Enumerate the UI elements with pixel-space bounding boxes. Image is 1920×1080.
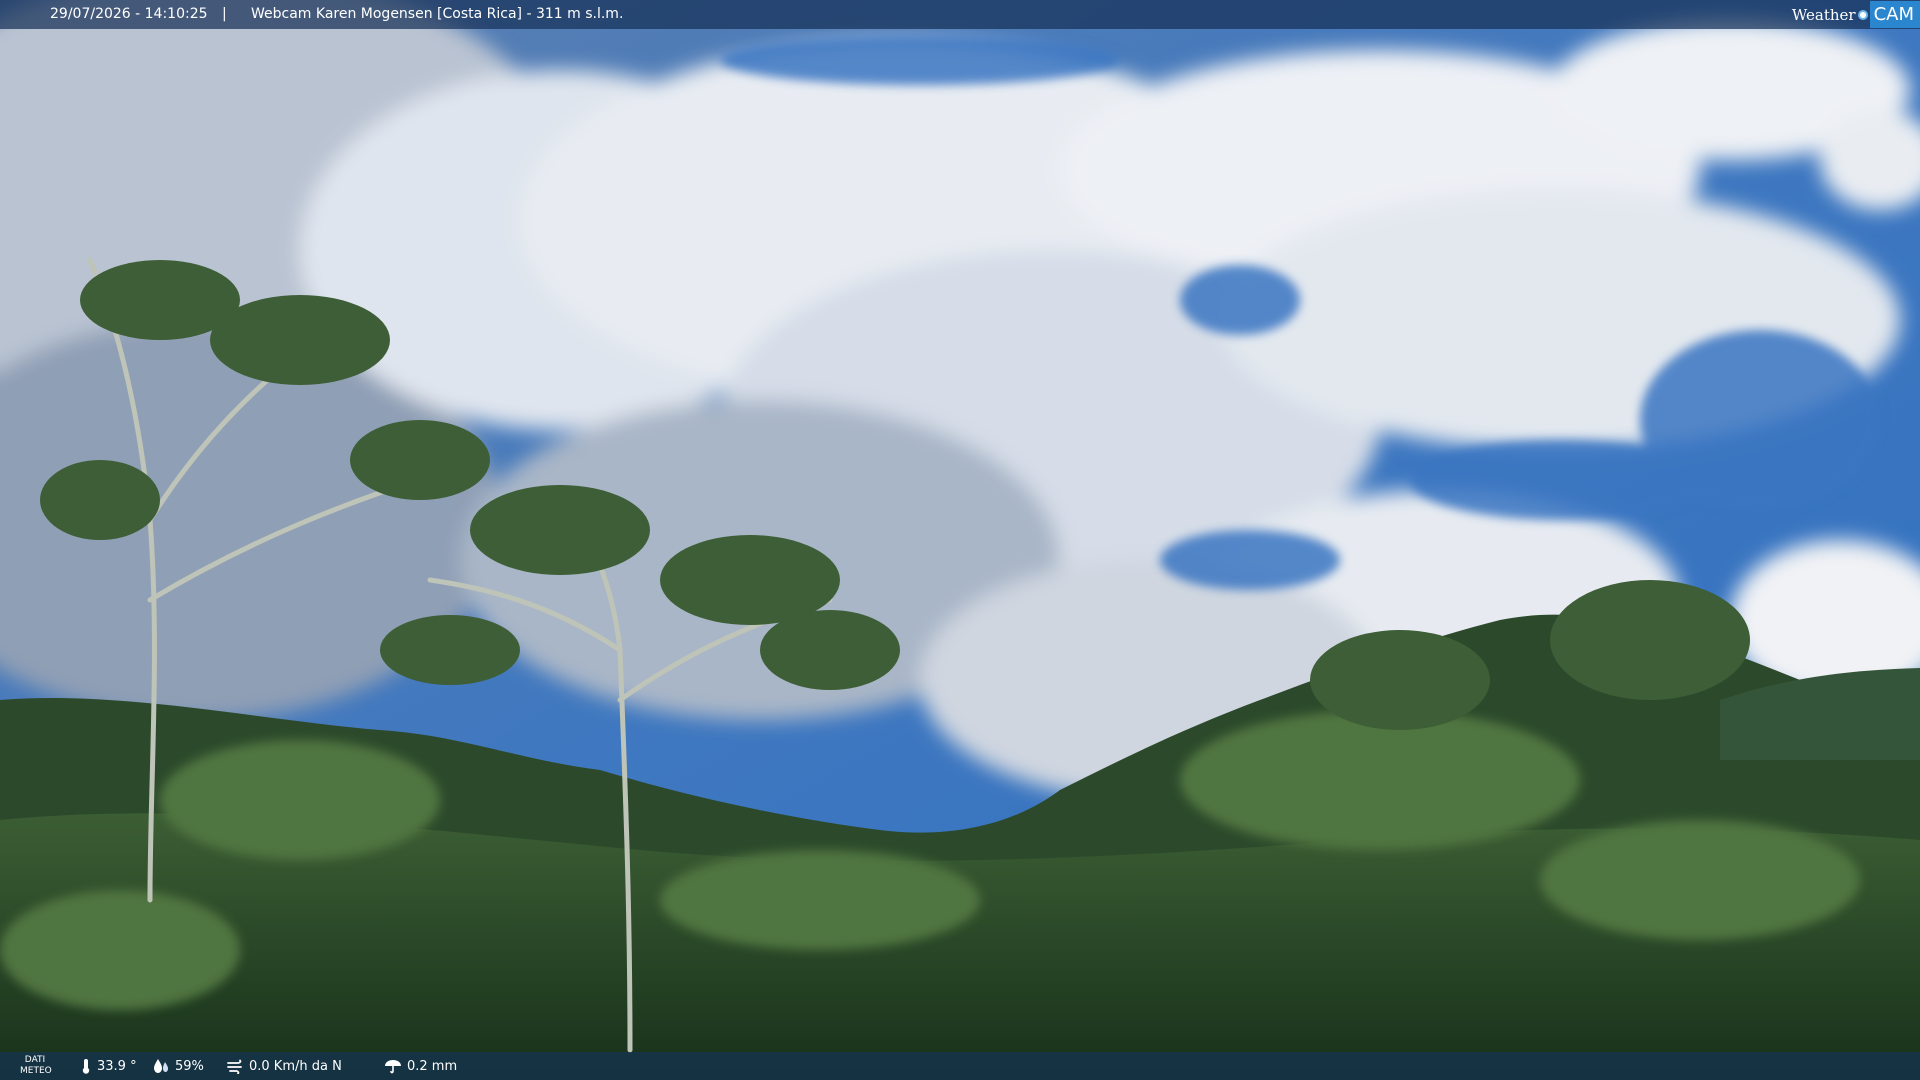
temperature-reading: 33.9 ° xyxy=(80,1058,137,1074)
logo-weather-text: Weather xyxy=(1791,5,1856,24)
top-bar: 29/07/2026 - 14:10:25 | Webcam Karen Mog… xyxy=(0,0,1920,29)
humidity-value: 59% xyxy=(175,1058,204,1074)
rain-icon xyxy=(385,1060,401,1074)
separator: | xyxy=(222,6,227,22)
thermometer-icon xyxy=(82,1059,90,1074)
humidity-drop-icon xyxy=(154,1059,168,1073)
logo-dot-icon xyxy=(1857,9,1868,20)
rain-value: 0.2 mm xyxy=(407,1058,458,1074)
temperature-value: 33.9 ° xyxy=(97,1058,137,1074)
webcam-image xyxy=(0,0,1920,1080)
humidity-reading: 59% xyxy=(152,1058,204,1074)
wind-value: 0.0 Km/h da N xyxy=(249,1058,342,1074)
weather-label-line1: DATI xyxy=(24,1055,46,1065)
logo-cam-text: CAM xyxy=(1869,1,1920,28)
wind-icon xyxy=(227,1059,242,1074)
weather-label-line2: METEO xyxy=(20,1066,52,1076)
weather-label: DATI METEO xyxy=(20,1055,52,1077)
weathercam-logo: Weather CAM xyxy=(1792,0,1920,29)
wind-reading: 0.0 Km/h da N xyxy=(226,1058,342,1074)
datetime: 29/07/2026 - 14:10:25 xyxy=(50,6,208,22)
webcam-title: Webcam Karen Mogensen [Costa Rica] - 311… xyxy=(251,6,624,22)
rain-reading: 0.2 mm xyxy=(384,1058,457,1074)
weather-bar: DATI METEO 33.9 ° 59% 0.0 Km/h da N 0.2 … xyxy=(0,1052,1920,1080)
